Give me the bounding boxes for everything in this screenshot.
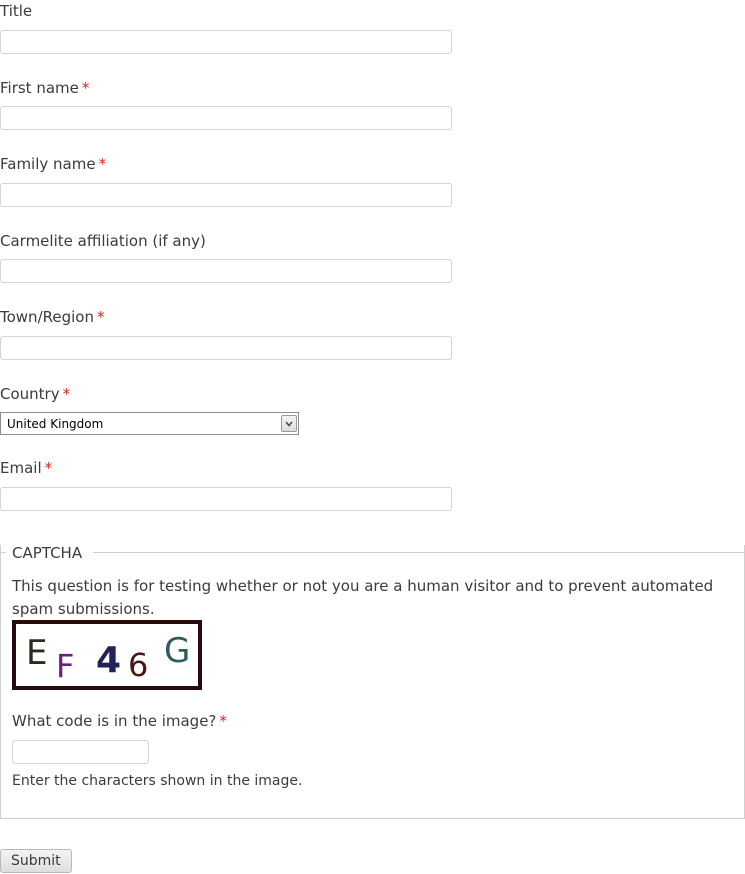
- family-name-input[interactable]: [0, 183, 452, 207]
- family-name-label: Family name *: [0, 155, 107, 173]
- affiliation-label: Carmelite affiliation (if any): [0, 232, 206, 250]
- submit-button[interactable]: Submit: [0, 849, 72, 873]
- captcha-help-text: Enter the characters shown in the image.: [12, 773, 303, 789]
- captcha-char: E: [26, 633, 47, 673]
- captcha-char: F: [56, 647, 74, 685]
- chevron-down-icon[interactable]: [281, 415, 297, 432]
- captcha-question-label: What code is in the image? *: [12, 712, 227, 730]
- required-marker: *: [44, 459, 53, 477]
- captcha-legend: CAPTCHA: [12, 544, 83, 562]
- first-name-label: First name *: [0, 79, 90, 97]
- country-select[interactable]: United Kingdom: [0, 412, 299, 435]
- required-marker: *: [62, 385, 71, 403]
- captcha-char: G: [164, 631, 190, 671]
- captcha-description: This question is for testing whether or …: [12, 577, 714, 618]
- captcha-char: 6: [128, 646, 148, 684]
- captcha-top-border: [0, 552, 745, 553]
- first-name-input[interactable]: [0, 106, 452, 130]
- captcha-char: 4: [96, 640, 121, 681]
- town-region-input[interactable]: [0, 336, 452, 360]
- required-marker: *: [96, 308, 105, 326]
- title-label: Title: [0, 2, 33, 20]
- required-marker: *: [219, 712, 227, 730]
- required-marker: *: [81, 79, 90, 97]
- email-input[interactable]: [0, 487, 452, 511]
- country-select-value: United Kingdom: [7, 416, 104, 431]
- captcha-image: E F 4 6 G: [12, 620, 202, 690]
- email-label: Email *: [0, 459, 53, 477]
- town-region-label: Town/Region *: [0, 308, 105, 326]
- affiliation-input[interactable]: [0, 259, 452, 283]
- required-marker: *: [98, 155, 107, 173]
- country-label: Country *: [0, 385, 71, 403]
- title-input[interactable]: [0, 30, 452, 54]
- captcha-code-input[interactable]: [12, 740, 149, 764]
